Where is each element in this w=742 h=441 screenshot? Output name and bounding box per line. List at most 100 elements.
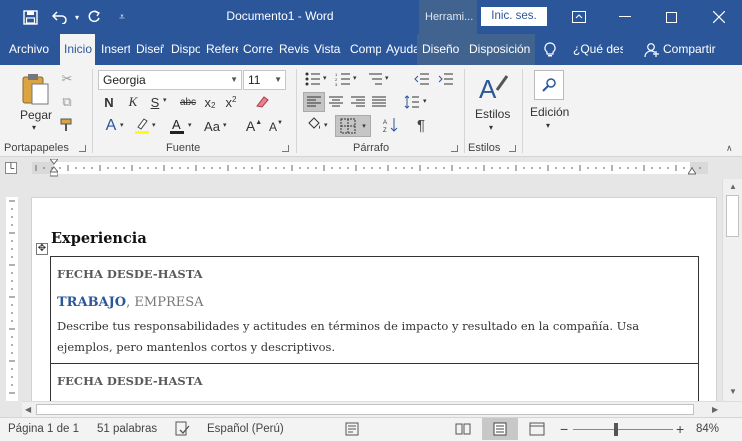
tab-archivo[interactable]: Archivo bbox=[3, 34, 60, 65]
scroll-up-icon[interactable]: ▲ bbox=[729, 182, 737, 191]
tab-table-layout[interactable]: Disposición bbox=[463, 34, 535, 65]
paste-button[interactable]: Pegar bbox=[20, 108, 52, 122]
show-formatting-icon[interactable]: ¶ bbox=[412, 116, 430, 134]
numbering-icon[interactable]: 123 bbox=[334, 71, 352, 87]
scroll-right-icon[interactable]: ▶ bbox=[712, 405, 718, 414]
change-case-icon[interactable]: Aa bbox=[203, 117, 221, 135]
font-color-dropdown-icon[interactable]: ▾ bbox=[188, 121, 192, 129]
tab-table-design[interactable]: Diseño bbox=[417, 34, 463, 65]
proofing-icon[interactable] bbox=[174, 421, 190, 440]
page-count[interactable]: Página 1 de 1 bbox=[8, 423, 79, 435]
highlight-icon[interactable] bbox=[133, 117, 151, 135]
tab-selector-icon[interactable]: └ bbox=[5, 162, 17, 174]
horizontal-scrollbar[interactable]: ◀ ▶ bbox=[22, 401, 742, 417]
read-mode-icon[interactable] bbox=[455, 422, 471, 439]
tab-vista[interactable]: Vista bbox=[309, 34, 345, 65]
align-right-icon[interactable] bbox=[349, 93, 367, 111]
tab-correspondencia[interactable]: Correspondencia bbox=[238, 34, 273, 65]
scroll-down-icon[interactable]: ▼ bbox=[729, 387, 737, 396]
tell-me-search[interactable]: ¿Qué desea hacer? bbox=[573, 34, 623, 65]
styles-dropdown-icon[interactable]: ▾ bbox=[489, 123, 493, 132]
accessibility-icon[interactable] bbox=[345, 422, 359, 439]
tab-insertar[interactable]: Insertar bbox=[95, 34, 130, 65]
editing-dropdown-icon[interactable]: ▾ bbox=[546, 121, 550, 130]
paragraph-launcher-icon[interactable] bbox=[451, 145, 458, 152]
format-painter-icon[interactable] bbox=[58, 116, 76, 134]
underline-dropdown-icon[interactable]: ▾ bbox=[163, 96, 167, 104]
shrink-font-icon[interactable]: A ▼ bbox=[268, 118, 284, 136]
print-layout-icon[interactable] bbox=[482, 418, 518, 440]
shading-icon[interactable] bbox=[305, 116, 323, 134]
shading-dropdown-icon[interactable]: ▾ bbox=[324, 121, 328, 129]
language[interactable]: Español (Perú) bbox=[207, 423, 284, 435]
document-page[interactable]: Experiencia ✥ FECHA DESDE-HASTA TRABAJO,… bbox=[31, 197, 717, 401]
styles-icon[interactable]: A bbox=[476, 71, 510, 105]
bullets-icon[interactable] bbox=[304, 71, 322, 87]
find-icon[interactable] bbox=[534, 70, 564, 100]
table-row[interactable]: FECHA DESDE-HASTA bbox=[51, 364, 698, 401]
font-color-icon[interactable]: A bbox=[168, 116, 186, 136]
zoom-level[interactable]: 84% bbox=[696, 423, 719, 435]
tab-referencias[interactable]: Referencias bbox=[201, 34, 238, 65]
multilevel-list-icon[interactable] bbox=[366, 71, 384, 87]
clear-formatting-icon[interactable] bbox=[253, 93, 271, 111]
underline-icon[interactable]: S bbox=[148, 94, 162, 110]
experience-table[interactable]: FECHA DESDE-HASTA TRABAJO, EMPRESA Descr… bbox=[50, 256, 699, 401]
close-icon[interactable] bbox=[696, 0, 742, 34]
minimize-icon[interactable] bbox=[602, 0, 648, 34]
copy-icon[interactable]: ⧉ bbox=[58, 93, 76, 111]
line-spacing-icon[interactable] bbox=[403, 93, 421, 111]
tab-diseno[interactable]: Diseño bbox=[131, 34, 164, 65]
word-count[interactable]: 51 palabras bbox=[97, 423, 157, 435]
font-name-dropdown-icon[interactable]: ▼ bbox=[230, 71, 238, 89]
zoom-in-icon[interactable]: + bbox=[676, 421, 684, 437]
cut-icon[interactable]: ✂ bbox=[58, 70, 76, 88]
line-spacing-dropdown-icon[interactable]: ▾ bbox=[423, 97, 427, 105]
paste-dropdown-icon[interactable]: ▾ bbox=[32, 123, 36, 132]
table-move-handle-icon[interactable]: ✥ bbox=[36, 243, 48, 255]
subscript-icon[interactable]: x2 bbox=[203, 94, 217, 110]
zoom-slider[interactable] bbox=[573, 429, 673, 430]
strikethrough-icon[interactable]: abc bbox=[178, 94, 198, 110]
justify-icon[interactable] bbox=[370, 93, 388, 111]
numbering-dropdown-icon[interactable]: ▾ bbox=[353, 74, 357, 82]
tab-complementos[interactable]: Complementos bbox=[345, 34, 381, 65]
vertical-scroll-thumb[interactable] bbox=[726, 195, 739, 237]
document-area[interactable]: Experiencia ✥ FECHA DESDE-HASTA TRABAJO,… bbox=[22, 179, 722, 401]
sign-in-button[interactable]: Inic. ses. bbox=[481, 7, 547, 26]
bullets-dropdown-icon[interactable]: ▾ bbox=[323, 74, 327, 82]
borders-icon[interactable]: ▾ bbox=[335, 115, 371, 137]
italic-icon[interactable]: K bbox=[126, 94, 140, 110]
web-layout-icon[interactable] bbox=[529, 422, 545, 439]
tab-disposicion[interactable]: Disposición bbox=[165, 34, 200, 65]
collapse-ribbon-icon[interactable]: ∧ bbox=[726, 143, 733, 154]
font-launcher-icon[interactable] bbox=[282, 145, 289, 152]
indent-marker-icon[interactable] bbox=[48, 158, 60, 177]
change-case-dropdown-icon[interactable]: ▾ bbox=[223, 121, 227, 129]
zoom-slider-thumb[interactable] bbox=[614, 423, 618, 436]
horizontal-scroll-thumb[interactable] bbox=[36, 404, 694, 415]
text-effects-icon[interactable]: A bbox=[102, 117, 120, 135]
right-indent-marker-icon[interactable] bbox=[687, 165, 697, 175]
superscript-icon[interactable]: x2 bbox=[224, 94, 238, 110]
font-size-dropdown-icon[interactable]: ▼ bbox=[274, 71, 282, 89]
editing-button[interactable]: Edición bbox=[530, 105, 569, 119]
zoom-out-icon[interactable]: − bbox=[560, 421, 568, 437]
tab-ayuda[interactable]: Ayuda bbox=[381, 34, 417, 65]
highlight-dropdown-icon[interactable]: ▾ bbox=[152, 121, 156, 129]
vertical-scrollbar[interactable]: ▲ ▼ bbox=[722, 179, 742, 401]
share-button[interactable]: Compartir bbox=[663, 34, 723, 65]
text-effects-dropdown-icon[interactable]: ▾ bbox=[120, 121, 124, 129]
align-center-icon[interactable] bbox=[327, 93, 345, 111]
clipboard-launcher-icon[interactable] bbox=[79, 145, 86, 152]
maximize-icon[interactable] bbox=[648, 0, 694, 34]
styles-launcher-icon[interactable] bbox=[509, 145, 516, 152]
paste-icon[interactable] bbox=[20, 71, 52, 107]
increase-indent-icon[interactable] bbox=[437, 71, 455, 87]
sort-icon[interactable]: AZ bbox=[382, 116, 400, 134]
tab-revisar[interactable]: Revisar bbox=[274, 34, 309, 65]
styles-button[interactable]: Estilos bbox=[475, 107, 510, 121]
scroll-left-icon[interactable]: ◀ bbox=[25, 405, 31, 414]
bold-icon[interactable]: N bbox=[102, 94, 116, 110]
table-row[interactable]: FECHA DESDE-HASTA TRABAJO, EMPRESA Descr… bbox=[51, 257, 698, 364]
